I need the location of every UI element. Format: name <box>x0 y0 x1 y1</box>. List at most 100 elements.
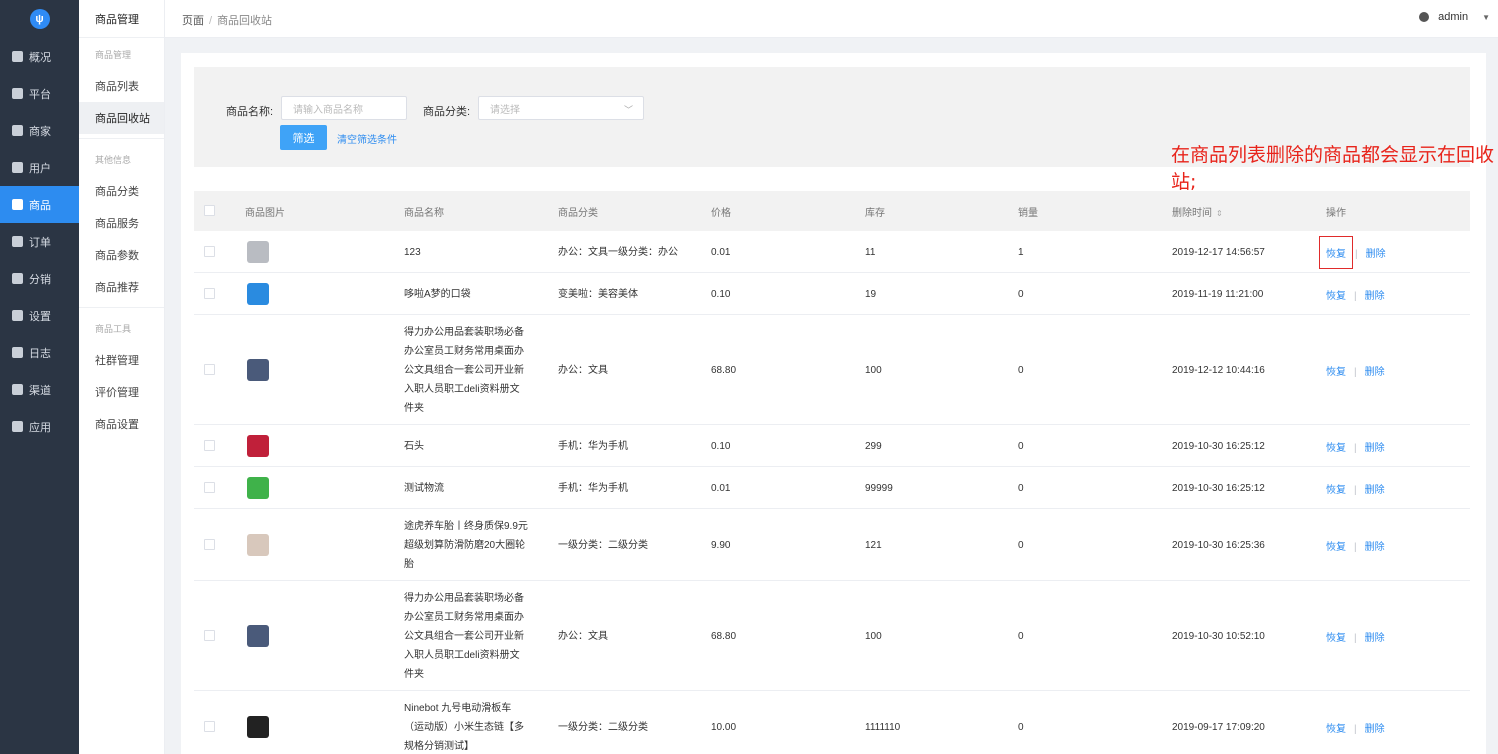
main-nav-item-8[interactable]: 日志 <box>0 334 79 371</box>
row-checkbox[interactable] <box>204 246 215 257</box>
row-checkbox[interactable] <box>204 440 215 451</box>
sub-nav-item[interactable]: 商品设置 <box>79 408 164 440</box>
logo[interactable]: ψ <box>0 0 79 38</box>
filter-button[interactable]: 筛选 <box>280 125 327 150</box>
action-divider: | <box>1355 249 1358 260</box>
restore-link[interactable]: 恢复 <box>1326 485 1346 496</box>
main-nav-item-7[interactable]: 设置 <box>0 297 79 334</box>
cell-price: 0.10 <box>711 440 731 452</box>
sub-nav-item[interactable]: 评价管理 <box>79 376 164 408</box>
row-actions: 恢复 | 删除 <box>1326 363 1385 378</box>
delete-link[interactable]: 删除 <box>1365 724 1385 735</box>
main-nav-item-2[interactable]: 商家 <box>0 112 79 149</box>
col-image: 商品图片 <box>245 208 285 219</box>
monitor-icon <box>12 51 23 62</box>
cell-price: 68.80 <box>711 364 737 376</box>
cell-deleted: 2019-12-12 10:44:16 <box>1172 364 1265 376</box>
product-thumbnail <box>247 534 269 556</box>
product-name-line: 件夹 <box>404 402 424 414</box>
delete-link[interactable]: 删除 <box>1365 367 1385 378</box>
product-name: 123 <box>404 243 421 262</box>
table-row: 石头 手机：华为手机 0.10 299 0 2019-10-30 16:25:12 恢复 | 删… <box>194 425 1470 467</box>
chevron-down-icon: ﹀ <box>623 105 633 115</box>
delete-link[interactable]: 删除 <box>1365 291 1385 302</box>
restore-link[interactable]: 恢复 <box>1326 291 1346 302</box>
channel-icon <box>12 384 23 395</box>
restore-link[interactable]: 恢复 <box>1326 633 1346 644</box>
main-nav-item-3[interactable]: 用户 <box>0 149 79 186</box>
sub-nav-item[interactable]: 商品回收站 <box>79 102 164 134</box>
delete-link[interactable]: 删除 <box>1365 542 1385 553</box>
product-name-line: 石头 <box>404 440 424 452</box>
row-checkbox[interactable] <box>204 630 215 641</box>
main-nav-item-1[interactable]: 平台 <box>0 75 79 112</box>
delete-link[interactable]: 删除 <box>1365 633 1385 644</box>
product-name-line: 件夹 <box>404 668 424 680</box>
restore-link[interactable]: 恢复 <box>1326 367 1346 378</box>
restore-link[interactable]: 恢复 <box>1319 236 1353 269</box>
table-row: 途虎养车胎丨终身质保9.9元 超级划算防滑防磨20大圈轮胎 一级分类：二级分类 9.9… <box>194 509 1470 581</box>
cell-stock: 1111110 <box>865 721 901 733</box>
main-nav-item-6[interactable]: 分销 <box>0 260 79 297</box>
table-row: 哆啦A梦的口袋 变美啦：美容美体 0.10 19 0 2019-11-19 11:21:0… <box>194 273 1470 315</box>
name-filter-input[interactable]: 请输入商品名称 <box>281 96 407 120</box>
desktop-icon <box>12 88 23 99</box>
main-nav-label: 商家 <box>29 125 51 138</box>
cell-category: 办公：文具 <box>558 630 608 642</box>
main-nav-item-5[interactable]: 订单 <box>0 223 79 260</box>
sub-nav-item[interactable]: 商品推荐 <box>79 271 164 303</box>
main-nav-item-10[interactable]: 应用 <box>0 408 79 445</box>
breadcrumb-current: 商品回收站 <box>217 15 273 27</box>
user-menu[interactable]: admin ▼ <box>1419 11 1490 23</box>
category-filter-label: 商品分类: <box>423 106 471 118</box>
sub-nav-item[interactable]: 商品列表 <box>79 70 164 102</box>
cell-sales: 0 <box>1018 440 1024 452</box>
col-deleted-at[interactable]: 删除时间 ⇕ <box>1172 204 1223 219</box>
order-icon <box>12 236 23 247</box>
sub-nav-item[interactable]: 商品参数 <box>79 239 164 271</box>
sub-sidebar: 商品管理 商品管理 商品列表 商品回收站 其他信息 商品分类 商品服务 商品参数 商品推荐 商品… <box>79 0 165 754</box>
cell-price: 9.90 <box>711 539 731 551</box>
product-name-line: 胎 <box>404 558 414 570</box>
main-nav-item-4[interactable]: 商品 <box>0 186 79 223</box>
delete-link[interactable]: 删除 <box>1365 485 1385 496</box>
main-nav-label: 概况 <box>29 51 51 64</box>
logo-icon: ψ <box>29 9 50 29</box>
action-divider: | <box>1354 291 1357 302</box>
col-price: 价格 <box>711 208 731 219</box>
category-filter-select[interactable]: 请选择 ﹀ <box>478 96 644 120</box>
clear-filter-link[interactable]: 清空筛选条件 <box>337 131 397 146</box>
row-checkbox[interactable] <box>204 364 215 375</box>
cell-stock: 100 <box>865 630 882 642</box>
restore-link[interactable]: 恢复 <box>1326 542 1346 553</box>
main-nav-item-9[interactable]: 渠道 <box>0 371 79 408</box>
main-nav-item-0[interactable]: 概况 <box>0 38 79 75</box>
product-name-line: 办公室员工财务常用桌面办 <box>404 345 524 357</box>
row-checkbox[interactable] <box>204 482 215 493</box>
restore-link[interactable]: 恢复 <box>1326 443 1346 454</box>
delete-link[interactable]: 删除 <box>1365 443 1385 454</box>
product-name: 哆啦A梦的口袋 <box>404 285 471 304</box>
user-icon <box>12 162 23 173</box>
product-name-line: 规格分销测试】 <box>404 740 474 752</box>
select-all-checkbox[interactable] <box>204 205 215 216</box>
cell-price: 0.01 <box>711 246 731 258</box>
cell-deleted: 2019-09-17 17:09:20 <box>1172 721 1265 733</box>
product-name-line: Ninebot 九号电动滑板车 <box>404 702 512 714</box>
product-name-line: 入职人员职工deli资料册文 <box>404 383 520 395</box>
delete-link[interactable]: 删除 <box>1366 249 1386 260</box>
caret-down-icon: ▼ <box>1482 12 1490 22</box>
row-checkbox[interactable] <box>204 288 215 299</box>
product-name-line: 公文具组合一套公司开业新 <box>404 364 524 376</box>
sub-nav-item[interactable]: 社群管理 <box>79 344 164 376</box>
row-checkbox[interactable] <box>204 539 215 550</box>
row-actions: 恢复 | 删除 <box>1326 439 1385 454</box>
sort-icon[interactable]: ⇕ <box>1216 209 1223 218</box>
sub-nav-item[interactable]: 商品分类 <box>79 175 164 207</box>
breadcrumb-root[interactable]: 页面 <box>182 15 204 27</box>
row-checkbox[interactable] <box>204 721 215 732</box>
restore-link[interactable]: 恢复 <box>1326 724 1346 735</box>
col-deleted-at-label: 删除时间 <box>1172 208 1212 219</box>
sub-nav-item[interactable]: 商品服务 <box>79 207 164 239</box>
table-row: 123 办公：文具一级分类：办公 0.01 11 1 2019-12-17 14:56:5… <box>194 231 1470 273</box>
